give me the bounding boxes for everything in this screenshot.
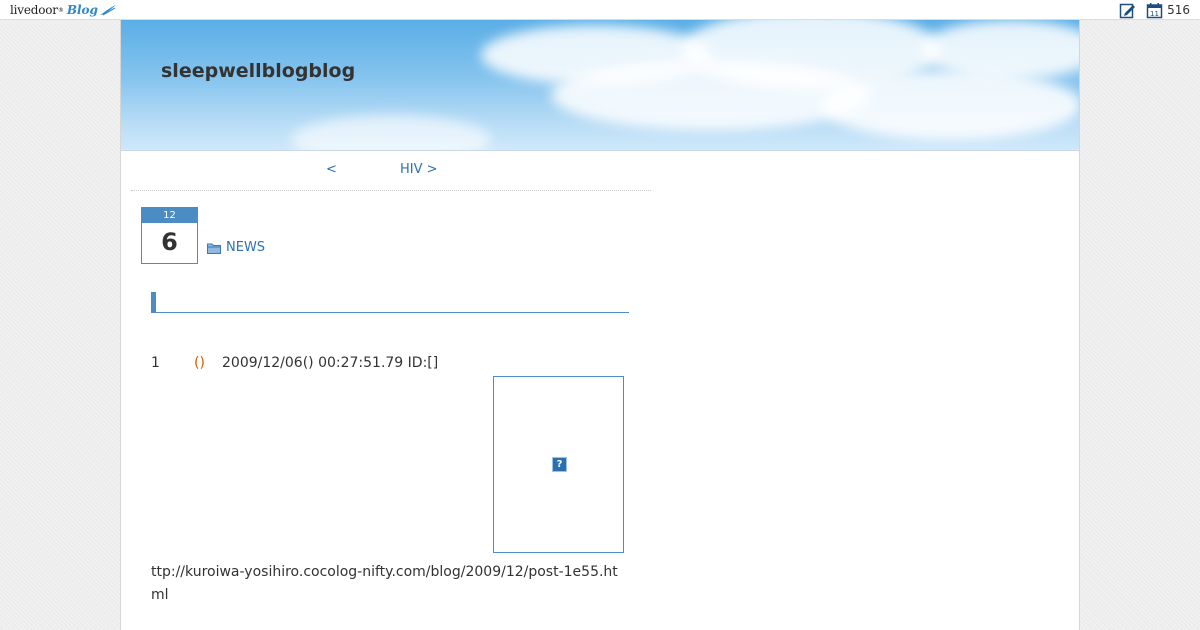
logo-registered-mark: ® [57, 6, 64, 14]
folder-icon [207, 243, 221, 254]
next-entry-link[interactable]: HIV > [400, 162, 438, 177]
entry-date-badge: 12 6 [141, 207, 198, 264]
broken-image-icon: ? [552, 457, 567, 472]
blog-header: sleepwellblogblog [121, 20, 1079, 151]
blog-page: sleepwellblogblog < HIV > 12 6 NEWS 1 () 2… [120, 20, 1080, 630]
prev-entry-link[interactable]: < [326, 162, 337, 177]
logo-word: livedoor [10, 3, 58, 17]
calendar-counter[interactable]: 11 516 [1146, 2, 1190, 19]
svg-text:11: 11 [1150, 10, 1159, 18]
calendar-icon: 11 [1146, 2, 1163, 18]
post-number: 1 [151, 355, 160, 371]
post-header-line: 1 () 2009/12/06() 00:27:51.79 ID:[] [151, 355, 438, 371]
embedded-image-frame[interactable]: ? [493, 376, 624, 553]
logo-blog-word: Blog [66, 3, 98, 17]
edit-icon[interactable] [1119, 2, 1136, 19]
entry-title-bar [151, 292, 629, 313]
poster-name: () [194, 355, 205, 371]
livedoor-blog-logo[interactable]: livedoor ® Blog [10, 1, 117, 19]
entry-pager: < HIV > [131, 159, 651, 191]
category-link[interactable]: NEWS [226, 240, 265, 255]
entry-category[interactable]: NEWS [207, 240, 265, 255]
access-count: 516 [1167, 3, 1190, 17]
entry-month: 12 [142, 208, 197, 223]
site-title[interactable]: sleepwellblogblog [161, 60, 355, 82]
logo-wing-icon [99, 5, 116, 16]
post-timestamp: 2009/12/06() 00:27:51.79 ID:[] [222, 355, 439, 371]
global-toolbar: livedoor ® Blog 11 516 [0, 0, 1200, 20]
entry-day: 6 [161, 228, 178, 256]
toolbar-icons: 11 516 [1119, 0, 1190, 20]
source-url-text: ttp://kuroiwa-yosihiro.cocolog-nifty.com… [151, 564, 618, 603]
